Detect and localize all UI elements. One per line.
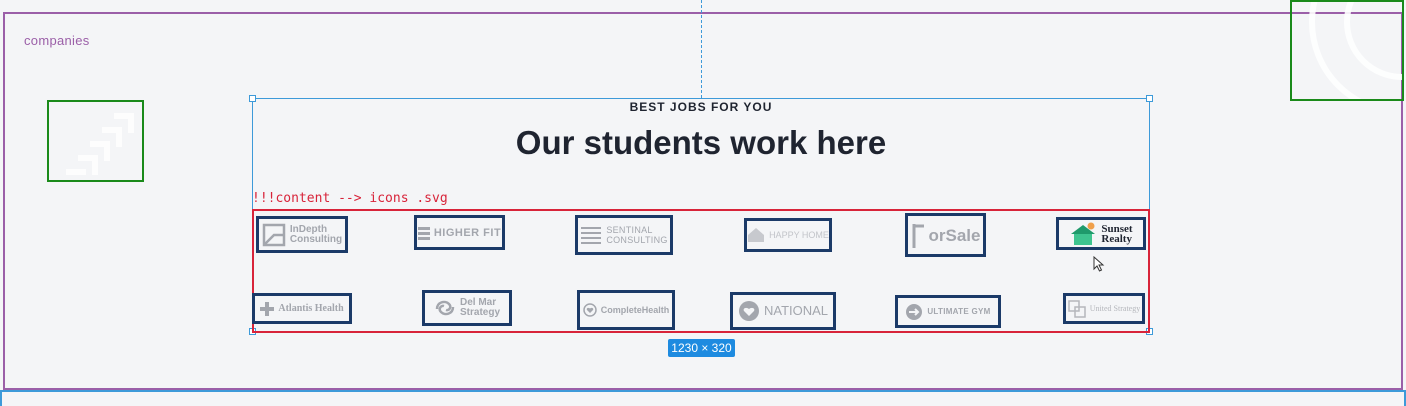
logo-ultimate-gym[interactable]: ULTIMATE GYM bbox=[895, 295, 1001, 328]
logo-sentinal-consulting[interactable]: SENTINAL CONSULTING bbox=[575, 215, 673, 255]
logo-sunset-realty[interactable]: Sunset Realty bbox=[1056, 217, 1146, 250]
stripes-icon bbox=[417, 226, 430, 240]
logo-happy-home[interactable]: HAPPY HOME bbox=[744, 218, 832, 252]
logo-national[interactable]: NATIONAL bbox=[730, 292, 836, 330]
size-badge: 1230 × 320 bbox=[668, 339, 735, 357]
center-guide-line bbox=[701, 0, 702, 98]
logo-atlantis-health[interactable]: Atlantis Health bbox=[252, 293, 352, 324]
square-corner-icon bbox=[262, 223, 286, 246]
logos-container[interactable]: InDepth Consulting HIGHER FIT SENTINAL CON… bbox=[252, 209, 1150, 333]
logo-del-mar-strategy[interactable]: Del Mar Strategy bbox=[422, 290, 512, 326]
heart-circle-icon bbox=[582, 303, 597, 317]
content-note: !!!content --> icons .svg bbox=[252, 191, 448, 206]
logo-completehealth[interactable]: CompleteHealth bbox=[577, 290, 675, 330]
waves-icon bbox=[581, 227, 602, 244]
circle-arrow-icon bbox=[906, 303, 923, 320]
logo-united-strategy[interactable]: United Strategy bbox=[1063, 293, 1145, 324]
arcs-icon bbox=[1309, 2, 1402, 99]
heart-badge-icon bbox=[738, 301, 759, 321]
logo-higher-fit[interactable]: HIGHER FIT bbox=[414, 215, 505, 250]
decoration-chevrons[interactable] bbox=[47, 100, 144, 182]
swirl-icon bbox=[435, 300, 455, 316]
mouse-cursor bbox=[1093, 255, 1105, 277]
house-icon bbox=[748, 228, 765, 242]
cross-icon bbox=[260, 301, 275, 316]
chevrons-icon bbox=[66, 113, 134, 175]
page-title: Our students work here bbox=[515, 124, 887, 161]
pointer-icon bbox=[1093, 255, 1105, 272]
overlap-squares-icon bbox=[1068, 299, 1086, 318]
next-section-frame[interactable] bbox=[0, 390, 1406, 406]
eyebrow-text: BEST JOBS FOR YOU bbox=[629, 100, 773, 114]
sign-post-icon bbox=[912, 224, 924, 248]
decoration-arcs[interactable] bbox=[1290, 0, 1404, 101]
logo-forsale[interactable]: orSale bbox=[905, 213, 986, 257]
green-house-icon bbox=[1071, 222, 1096, 245]
section-label[interactable]: companies bbox=[24, 33, 90, 48]
logo-indepth-consulting[interactable]: InDepth Consulting bbox=[256, 216, 348, 253]
